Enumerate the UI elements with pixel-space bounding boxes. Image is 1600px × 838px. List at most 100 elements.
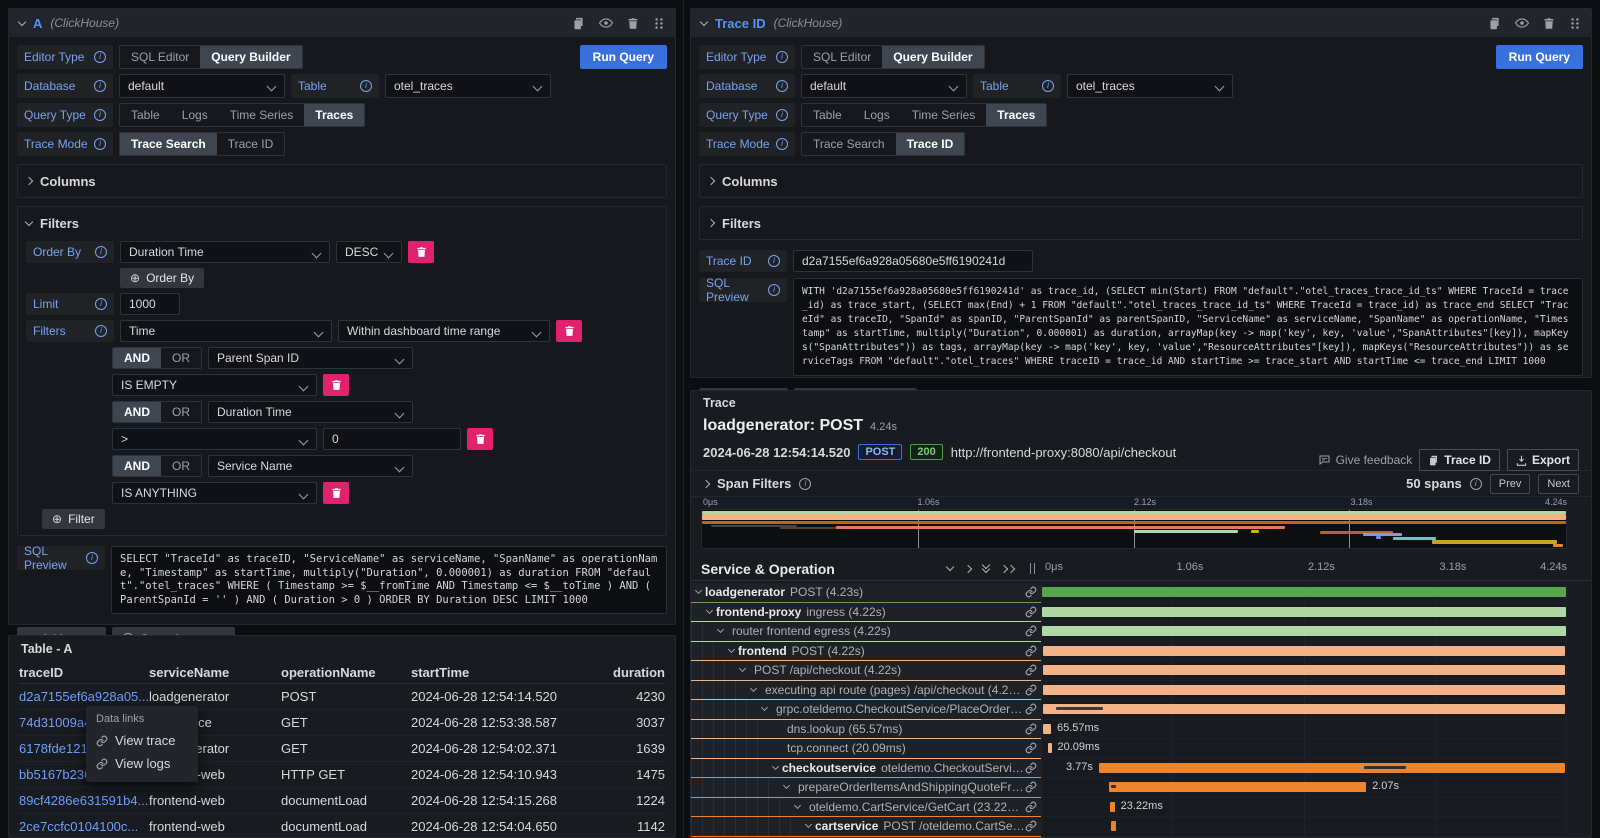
- next-button[interactable]: Next: [1538, 474, 1579, 494]
- remove-condition-button[interactable]: [467, 428, 493, 450]
- span-bar[interactable]: 23.22ms: [1110, 802, 1114, 812]
- trace-id-button[interactable]: Trace ID: [1419, 449, 1500, 471]
- remove-filter-button[interactable]: [556, 320, 582, 342]
- and-option[interactable]: AND: [113, 456, 161, 476]
- span-bar[interactable]: [1043, 704, 1565, 714]
- span-chevron-icon[interactable]: [746, 689, 760, 691]
- condition-operator-select[interactable]: >: [112, 428, 317, 450]
- span-row[interactable]: loadgenerator POST (4.23s): [691, 583, 1591, 603]
- span-bar-track[interactable]: [1041, 817, 1567, 837]
- add-order-by-button[interactable]: Order By: [120, 268, 204, 288]
- prev-button[interactable]: Prev: [1490, 474, 1531, 494]
- run-query-button[interactable]: Run Query: [1496, 45, 1583, 69]
- minimap-graph[interactable]: [701, 509, 1567, 549]
- span-chevron-icon[interactable]: [768, 767, 782, 769]
- span-bar[interactable]: [1042, 607, 1566, 617]
- span-link-icon[interactable]: [1025, 664, 1037, 676]
- collapse-one-icon[interactable]: [946, 563, 954, 571]
- query-type-logs[interactable]: Logs: [853, 104, 901, 126]
- col-operationname[interactable]: operationName: [281, 665, 411, 680]
- span-bar-track[interactable]: [1041, 661, 1567, 681]
- view-logs-link[interactable]: View logs: [96, 752, 188, 775]
- trace-search-option[interactable]: Trace Search: [120, 133, 217, 155]
- give-feedback-link[interactable]: Give feedback: [1318, 453, 1413, 467]
- query-type-timeseries[interactable]: Time Series: [901, 104, 987, 126]
- span-link-icon[interactable]: [1025, 703, 1037, 715]
- span-bar[interactable]: [1042, 626, 1566, 636]
- span-row[interactable]: grpc.oteldemo.CheckoutService/PlaceOrder…: [691, 700, 1591, 720]
- span-bar[interactable]: 2.07s: [1109, 782, 1366, 792]
- condition-value-input[interactable]: 0: [323, 428, 461, 450]
- run-query-button[interactable]: Run Query: [580, 45, 667, 69]
- col-starttime[interactable]: startTime: [411, 665, 557, 680]
- trace-id-link[interactable]: 89cf4286e631591b4...: [19, 793, 149, 808]
- col-traceid[interactable]: traceID: [19, 665, 149, 680]
- columns-section[interactable]: Columns: [699, 164, 1583, 198]
- condition-field-select[interactable]: Service Name: [208, 455, 413, 477]
- span-bar-track[interactable]: 20.09ms: [1041, 739, 1567, 759]
- query-type-table[interactable]: Table: [802, 104, 853, 126]
- trace-id-input[interactable]: d2a7155ef6a928a05680e5ff6190241d: [793, 250, 1033, 272]
- col-servicename[interactable]: serviceName: [149, 665, 281, 680]
- span-chevron-icon[interactable]: [713, 630, 727, 632]
- delete-query-icon[interactable]: [1543, 17, 1555, 30]
- table-select[interactable]: otel_traces: [1067, 74, 1233, 98]
- condition-operator-select[interactable]: IS ANYTHING: [112, 482, 317, 504]
- span-bar-track[interactable]: [1041, 642, 1567, 662]
- span-bar[interactable]: 65.57ms: [1043, 724, 1051, 734]
- or-option[interactable]: OR: [161, 348, 201, 368]
- sql-editor-option[interactable]: SQL Editor: [802, 46, 882, 68]
- remove-condition-button[interactable]: [323, 482, 349, 504]
- trace-id-link[interactable]: 2ce7ccfc0104100c...: [19, 819, 149, 834]
- query-type-timeseries[interactable]: Time Series: [219, 104, 305, 126]
- expand-all-icon[interactable]: [1001, 566, 1014, 572]
- span-row[interactable]: router frontend egress (4.22s): [691, 622, 1591, 642]
- span-bar-track[interactable]: [1041, 583, 1567, 603]
- order-by-direction-select[interactable]: DESC: [336, 241, 402, 263]
- span-bar-track[interactable]: [1041, 603, 1567, 623]
- span-row[interactable]: prepareOrderItemsAndShippingQuoteFromCar…: [691, 778, 1591, 798]
- span-filters-label[interactable]: Span Filters: [717, 476, 791, 491]
- span-chevron-icon[interactable]: [702, 611, 716, 613]
- condition-field-select[interactable]: Duration Time: [208, 401, 413, 423]
- span-row[interactable]: dns.lookup (65.57ms) 65.57ms: [691, 720, 1591, 740]
- or-option[interactable]: OR: [161, 402, 201, 422]
- span-bar[interactable]: [1043, 646, 1566, 656]
- span-row[interactable]: POST /api/checkout (4.22s): [691, 661, 1591, 681]
- span-bar-track[interactable]: [1041, 622, 1567, 642]
- trace-minimap[interactable]: 0μs 1.06s 2.12s 3.18s 4.24s: [701, 497, 1567, 549]
- span-row[interactable]: oteldemo.CartService/GetCart (23.22ms) 2…: [691, 798, 1591, 818]
- span-bar-track[interactable]: 23.22ms: [1041, 798, 1567, 818]
- span-chevron-icon[interactable]: [691, 591, 705, 593]
- span-bar[interactable]: [1111, 821, 1115, 831]
- span-bar-track[interactable]: [1041, 681, 1567, 701]
- span-link-icon[interactable]: [1025, 645, 1037, 657]
- span-chevron-icon[interactable]: [779, 786, 793, 788]
- query-header-traceid[interactable]: Trace ID (ClickHouse): [691, 9, 1591, 37]
- span-bar[interactable]: [1042, 587, 1566, 597]
- drag-handle-icon[interactable]: [1569, 17, 1581, 30]
- span-bar[interactable]: [1043, 685, 1565, 695]
- hide-query-icon[interactable]: [599, 16, 613, 30]
- span-bar[interactable]: 3.77s: [1099, 763, 1565, 773]
- span-bar[interactable]: [1043, 665, 1566, 675]
- and-option[interactable]: AND: [113, 348, 161, 368]
- span-bar[interactable]: 20.09ms: [1048, 743, 1051, 753]
- span-chevron-icon[interactable]: [735, 669, 749, 671]
- database-select[interactable]: default: [801, 74, 967, 98]
- span-link-icon[interactable]: [1025, 586, 1037, 598]
- collapse-all-icon[interactable]: [983, 565, 989, 572]
- delete-query-icon[interactable]: [627, 17, 639, 30]
- duplicate-query-icon[interactable]: [572, 17, 585, 30]
- trace-id-option[interactable]: Trace ID: [217, 133, 285, 155]
- expand-one-icon[interactable]: [964, 564, 972, 572]
- span-link-icon[interactable]: [1025, 781, 1037, 793]
- span-bar-track[interactable]: 65.57ms: [1041, 720, 1567, 740]
- trace-id-link[interactable]: d2a7155ef6a928a05...: [19, 689, 149, 704]
- or-option[interactable]: OR: [161, 456, 201, 476]
- span-row[interactable]: tcp.connect (20.09ms) 20.09ms: [691, 739, 1591, 759]
- condition-operator-select[interactable]: IS EMPTY: [112, 374, 317, 396]
- order-by-field-select[interactable]: Duration Time: [120, 241, 330, 263]
- span-row[interactable]: checkoutservice oteldemo.CheckoutService…: [691, 759, 1591, 779]
- span-link-icon[interactable]: [1025, 684, 1037, 696]
